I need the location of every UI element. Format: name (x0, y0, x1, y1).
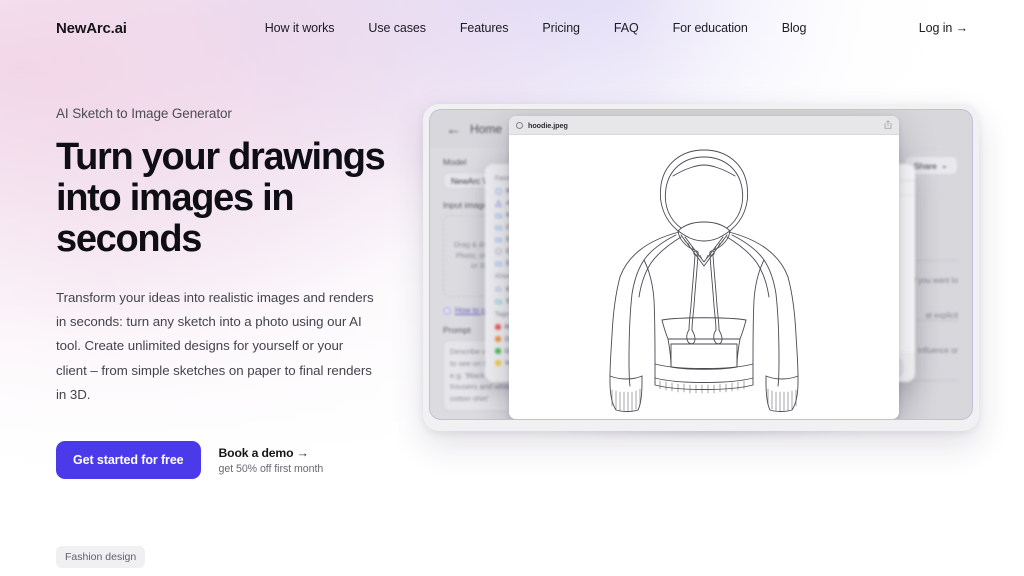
nav-link-use-cases[interactable]: Use cases (368, 21, 426, 35)
share-icon[interactable] (884, 116, 892, 134)
share-label: Share (913, 160, 937, 171)
image-preview-window: hoodie.jpeg (509, 116, 899, 419)
nav-link-faq[interactable]: FAQ (614, 21, 639, 35)
top-navigation: NewArc.ai How it works Use cases Feature… (0, 0, 1024, 56)
preview-file-name: hoodie.jpeg (528, 120, 568, 130)
folder-icon (495, 224, 502, 231)
tag-dot-icon (495, 360, 501, 366)
info-icon (443, 306, 451, 315)
cta-row: Get started for free Book a demo → get 5… (56, 441, 396, 480)
chip-fashion-design[interactable]: Fashion design (56, 546, 146, 568)
brand-logo[interactable]: NewArc.ai (56, 20, 127, 37)
app-home-label[interactable]: Home (470, 122, 502, 136)
folder-icon (495, 212, 502, 219)
hero-eyebrow: AI Sketch to Image Generator (56, 106, 232, 121)
preview-image-area (509, 135, 899, 419)
login-link[interactable]: Log in → (919, 21, 968, 35)
back-arrow-icon[interactable]: ← (446, 122, 461, 137)
device-screen: ← Home Model NewArc V3 Input image Drag … (429, 109, 973, 420)
get-started-button[interactable]: Get started for free (56, 441, 201, 480)
clock-icon (495, 187, 502, 195)
category-chips: Fashion design (56, 546, 146, 568)
device-frame: ← Home Model NewArc V3 Input image Drag … (423, 104, 979, 431)
hero-description: Transform your ideas into realistic imag… (56, 290, 374, 402)
close-icon[interactable] (516, 121, 523, 129)
nav-right: Log in → (919, 21, 968, 35)
hoodie-sketch-image (609, 149, 799, 413)
applications-icon (495, 199, 502, 207)
nav-links: How it works Use cases Features Pricing … (265, 21, 807, 35)
page-title: Turn your drawings into images in second… (56, 136, 386, 261)
tag-dot-icon (495, 336, 501, 342)
chevron-down-icon: ⌄ (940, 160, 948, 170)
cloud-icon (495, 286, 502, 293)
nav-link-how-it-works[interactable]: How it works (265, 21, 335, 35)
book-demo-link[interactable]: Book a demo → (219, 446, 324, 460)
folder-icon (495, 236, 502, 243)
landing-page: NewArc.ai How it works Use cases Feature… (0, 0, 1024, 576)
folder-icon (495, 260, 502, 267)
nav-link-features[interactable]: Features (460, 21, 509, 35)
product-mockup: ← Home Model NewArc V3 Input image Drag … (423, 104, 979, 440)
book-demo-block[interactable]: Book a demo → get 50% off first month (219, 446, 324, 475)
shared-folder-icon (495, 298, 502, 305)
nav-link-pricing[interactable]: Pricing (542, 21, 580, 35)
preview-titlebar: hoodie.jpeg (509, 116, 899, 135)
book-demo-note: get 50% off first month (218, 462, 324, 475)
tag-dot-icon (495, 324, 501, 330)
downloads-icon (495, 247, 502, 255)
tag-dot-icon (495, 348, 501, 354)
hero-section: AI Sketch to Image Generator Turn your d… (56, 106, 396, 480)
nav-link-blog[interactable]: Blog (782, 21, 807, 35)
nav-link-for-education[interactable]: For education (673, 21, 748, 35)
